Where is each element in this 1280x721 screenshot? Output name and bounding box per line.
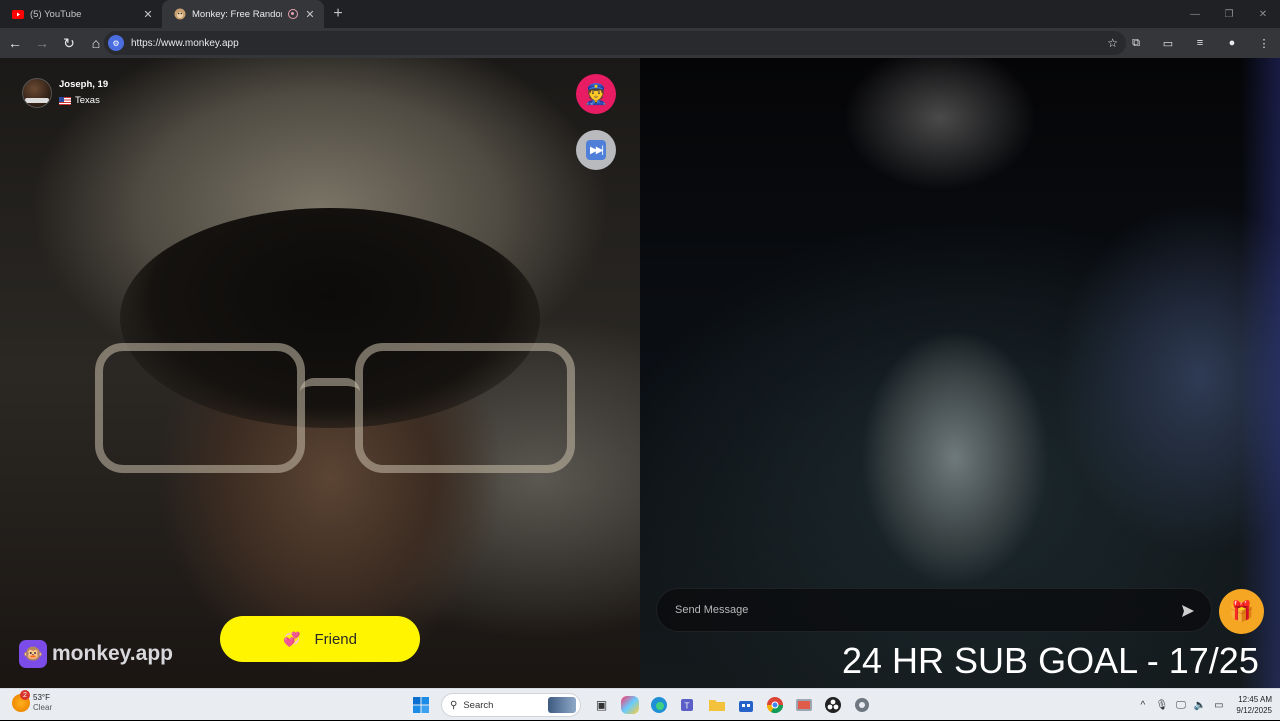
friend-button-label: Friend (314, 630, 357, 648)
video-scene-glasses (95, 343, 575, 483)
skip-button[interactable]: ▶▶| (576, 130, 616, 170)
tab-youtube[interactable]: (5) YouTube ✕ (0, 0, 162, 28)
reading-list-icon[interactable]: ≡ (1184, 28, 1216, 58)
peer-location: Texas (59, 92, 108, 110)
windows-start-icon[interactable] (408, 692, 434, 718)
weather-widget[interactable]: 2 53°F Clear (12, 690, 53, 713)
peer-location-text: Texas (75, 95, 100, 106)
youtube-icon (12, 8, 24, 20)
monkey-logo-icon: 🐵 (19, 640, 47, 668)
profile-avatar-icon[interactable]: ● (1216, 28, 1248, 58)
snipping-tool-icon[interactable] (791, 692, 817, 718)
fast-forward-icon: ▶▶| (586, 140, 606, 160)
forward-icon[interactable]: → (30, 31, 54, 55)
taskbar-apps: ⚲ Search ▣ T (406, 692, 876, 718)
search-label: Search (463, 699, 494, 711)
close-tab-icon[interactable]: ✕ (304, 8, 316, 21)
tab-title: (5) YouTube (30, 8, 82, 20)
message-input[interactable] (675, 604, 1155, 616)
task-view-icon[interactable]: ▣ (589, 692, 615, 718)
file-explorer-icon[interactable] (704, 692, 730, 718)
store-icon[interactable] (733, 692, 759, 718)
taskbar-search[interactable]: ⚲ Search (441, 693, 581, 717)
edge-icon[interactable] (646, 692, 672, 718)
restore-icon[interactable]: ❐ (1212, 0, 1246, 28)
minimize-icon[interactable]: — (1178, 0, 1212, 28)
back-icon[interactable]: ← (3, 31, 27, 55)
police-officer-icon: 👮 (583, 83, 609, 106)
split-view-icon[interactable]: ▭ (1152, 28, 1184, 58)
network-icon[interactable]: 🖵 (1171, 700, 1190, 711)
message-bar (656, 588, 1212, 632)
site-info-icon[interactable]: ⚙ (108, 35, 124, 51)
notification-badge: 2 (20, 690, 30, 700)
search-highlight-image (548, 697, 576, 713)
volume-icon[interactable]: 🔈 (1190, 700, 1209, 711)
monkey-icon (174, 8, 186, 20)
gift-icon: 🎁 (1229, 601, 1254, 623)
brand-watermark: 🐵 monkey.app (19, 640, 173, 668)
weather-desc: Clear (33, 703, 53, 712)
browser-nav-bar: ← → ↻ ⌂ ⚙ https://www.monkey.app ☆ ⧉ ▭ ≡… (0, 28, 1280, 58)
gift-button[interactable]: 🎁 (1219, 589, 1264, 634)
microphone-icon[interactable]: 🎙 (1152, 700, 1171, 711)
bookmark-star-icon[interactable]: ☆ (1107, 36, 1118, 50)
obs-icon[interactable] (820, 692, 846, 718)
sub-goal-overlay: 24 HR SUB GOAL - 17/25 (842, 640, 1259, 681)
heart-icon: 💞 (283, 630, 301, 647)
tab-monkey[interactable]: Monkey: Free Random Vide ✕ (162, 0, 324, 28)
copilot-icon[interactable] (621, 696, 639, 714)
system-tray: ^ 🎙 🖵 🔈 ▭ 12:45 AM 9/12/2025 (1133, 689, 1272, 721)
reload-icon[interactable]: ↻ (57, 31, 81, 55)
weather-temp: 53°F (33, 693, 50, 702)
url-text: https://www.monkey.app (131, 37, 239, 49)
close-tab-icon[interactable]: ✕ (142, 8, 154, 21)
tab-title: Monkey: Free Random Vide (192, 8, 282, 20)
recording-icon (288, 9, 298, 19)
peer-name-age: Joseph, 19 (59, 79, 109, 90)
brand-name: monkey.app (52, 642, 173, 665)
report-button[interactable]: 👮 (576, 74, 616, 114)
battery-icon[interactable]: ▭ (1209, 700, 1228, 711)
system-clock[interactable]: 12:45 AM 9/12/2025 (1236, 694, 1272, 716)
peer-avatar[interactable] (22, 78, 52, 108)
extensions-icon[interactable]: ⧉ (1120, 28, 1152, 58)
clock-time: 12:45 AM (1238, 695, 1272, 704)
close-window-icon[interactable]: ✕ (1246, 0, 1280, 28)
window-controls: — ❐ ✕ (1178, 0, 1280, 28)
search-icon: ⚲ (450, 699, 458, 711)
browser-tab-bar: (5) YouTube ✕ Monkey: Free Random Vide ✕… (0, 0, 1280, 28)
toolbar-actions: ⧉ ▭ ≡ ● ⋮ (1120, 28, 1280, 58)
chrome-icon[interactable] (762, 692, 788, 718)
settings-gear-icon[interactable] (849, 692, 875, 718)
new-tab-button[interactable]: + (324, 0, 352, 28)
taskbar: 2 53°F Clear ⚲ Search ▣ T ^ 🎙 🖵 🔈 ▭ 12:4… (0, 688, 1280, 720)
peer-video (0, 58, 640, 688)
menu-kebab-icon[interactable]: ⋮ (1248, 28, 1280, 58)
teams-icon[interactable]: T (675, 692, 701, 718)
send-icon[interactable] (1179, 602, 1197, 620)
svg-text:T: T (684, 702, 689, 711)
peer-profile[interactable]: Joseph, 19 Texas (22, 78, 108, 110)
address-bar[interactable]: ⚙ https://www.monkey.app ☆ (104, 31, 1126, 55)
clock-date: 9/12/2025 (1236, 706, 1272, 715)
tray-chevron-up-icon[interactable]: ^ (1133, 700, 1152, 711)
us-flag-icon (59, 97, 71, 105)
friend-button[interactable]: 💞 Friend (220, 616, 420, 662)
weather-sun-icon: 2 (12, 690, 30, 712)
